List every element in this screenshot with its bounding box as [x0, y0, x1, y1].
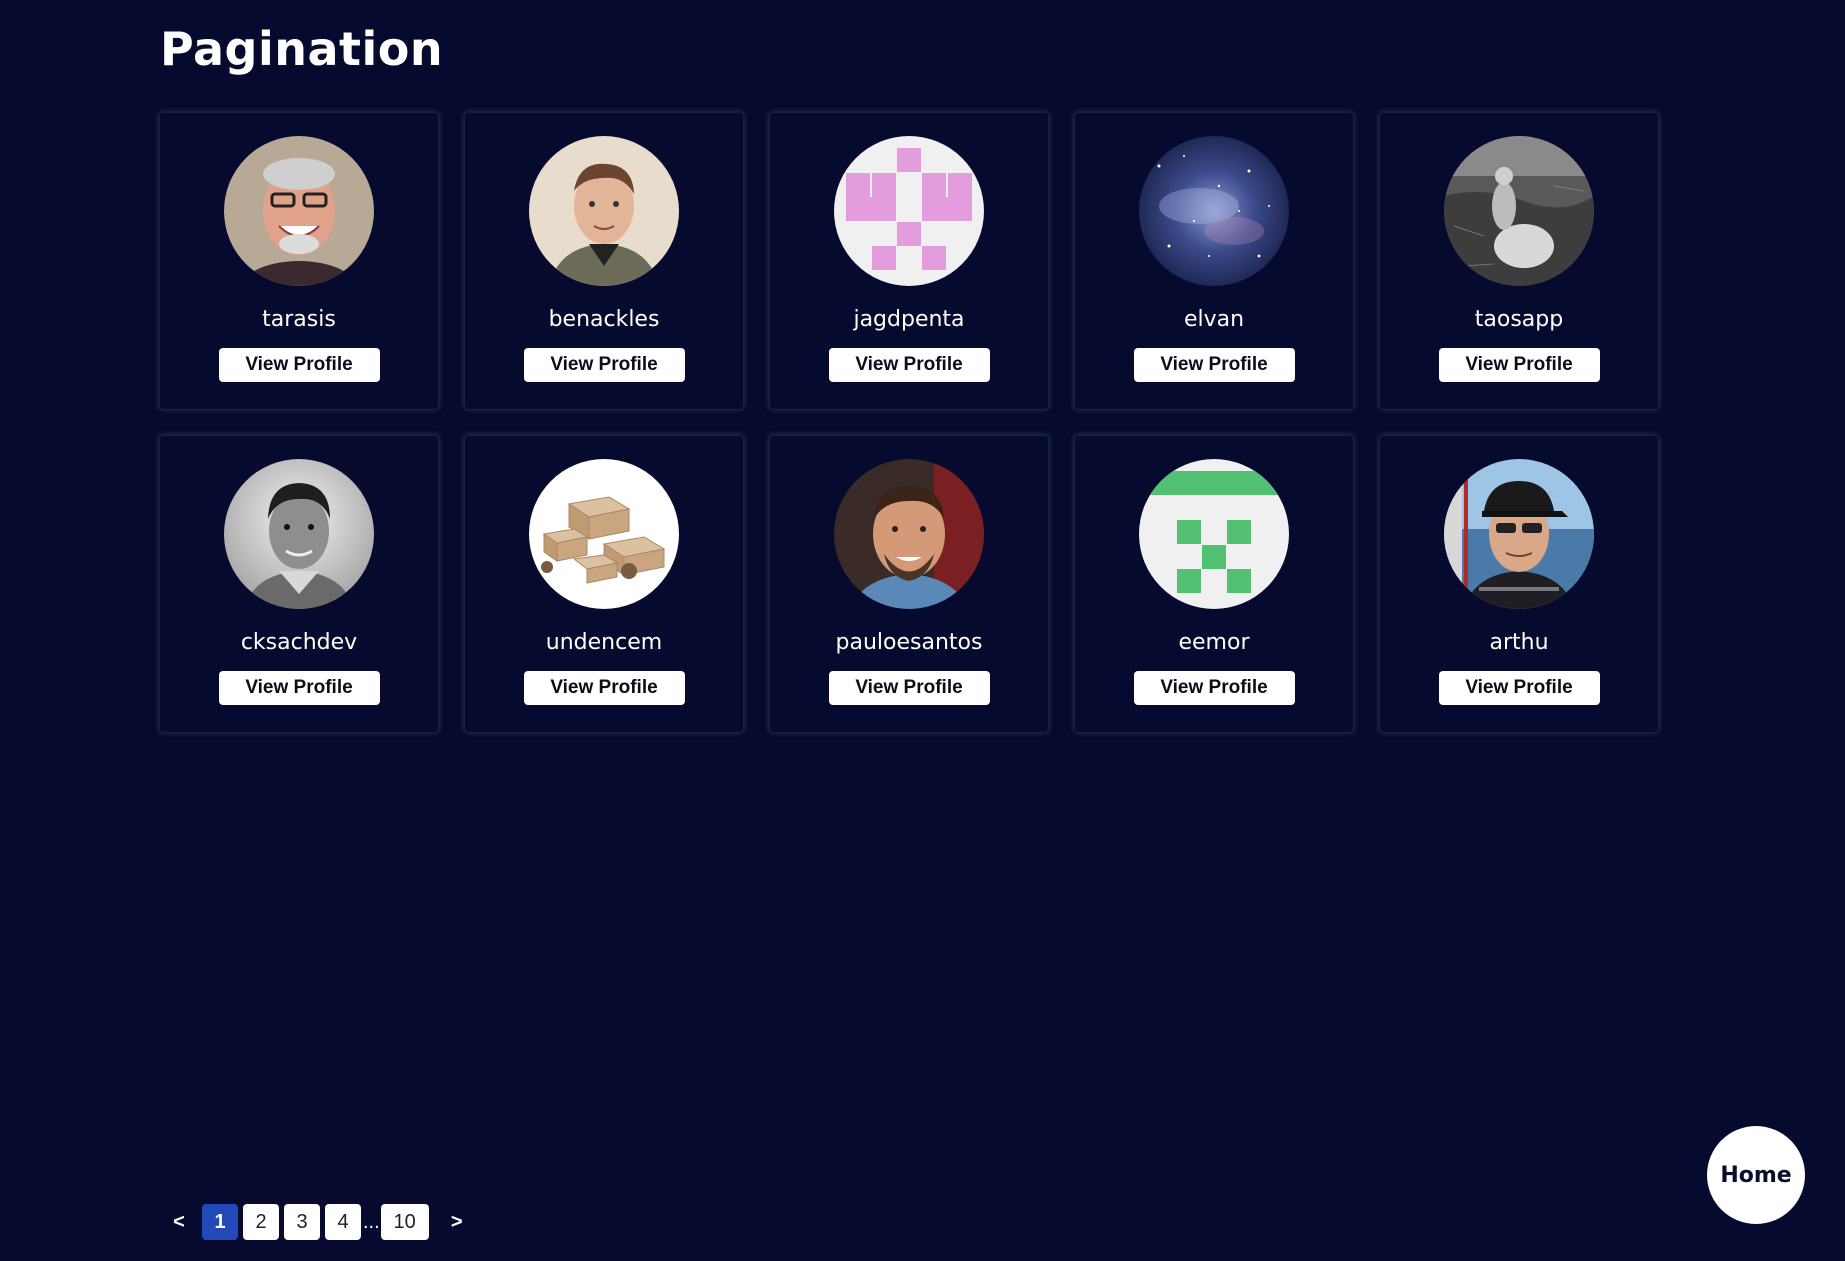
avatar: [1444, 136, 1594, 286]
user-card: undencem View Profile: [464, 435, 744, 733]
user-card: benackles View Profile: [464, 112, 744, 410]
view-profile-button[interactable]: View Profile: [523, 671, 685, 705]
username: taosapp: [1474, 307, 1564, 332]
view-profile-button[interactable]: View Profile: [828, 671, 990, 705]
avatar: [224, 459, 374, 609]
home-button[interactable]: Home: [1707, 1126, 1805, 1224]
username: cksachdev: [240, 630, 358, 655]
page-button-2[interactable]: 2: [243, 1204, 279, 1240]
avatar: [1139, 459, 1289, 609]
avatar: [529, 136, 679, 286]
avatar: [1139, 136, 1289, 286]
user-card: pauloesantos View Profile: [769, 435, 1049, 733]
previous-page-button[interactable]: <: [168, 1211, 190, 1234]
page-button-4[interactable]: 4: [325, 1204, 361, 1240]
username: undencem: [545, 630, 663, 655]
view-profile-button[interactable]: View Profile: [1438, 348, 1600, 382]
username: arthu: [1489, 630, 1549, 655]
view-profile-button[interactable]: View Profile: [1133, 348, 1295, 382]
page-button-1[interactable]: 1: [202, 1204, 238, 1240]
user-card: tarasis View Profile: [159, 112, 439, 410]
view-profile-button[interactable]: View Profile: [1438, 671, 1600, 705]
page-button-last[interactable]: 10: [380, 1204, 429, 1240]
view-profile-button[interactable]: View Profile: [523, 348, 685, 382]
username: jagdpenta: [853, 307, 965, 332]
username: eemor: [1178, 630, 1250, 655]
user-card: arthu View Profile: [1379, 435, 1659, 733]
avatar: [834, 136, 984, 286]
page-button-3[interactable]: 3: [284, 1204, 320, 1240]
view-profile-button[interactable]: View Profile: [1133, 671, 1295, 705]
username: pauloesantos: [835, 630, 983, 655]
username: tarasis: [262, 307, 336, 332]
avatar: [834, 459, 984, 609]
avatar: [529, 459, 679, 609]
next-page-button[interactable]: >: [446, 1211, 468, 1234]
user-card: elvan View Profile: [1074, 112, 1354, 410]
user-grid: tarasis View Profile benackles View Prof…: [159, 112, 1661, 733]
page-title: Pagination: [160, 22, 444, 76]
pagination-ellipsis: ...: [363, 1211, 380, 1233]
user-card: eemor View Profile: [1074, 435, 1354, 733]
username: benackles: [548, 307, 660, 332]
view-profile-button[interactable]: View Profile: [218, 348, 380, 382]
pagination: < 1 2 3 4 ... 10 >: [168, 1204, 468, 1240]
avatar: [1444, 459, 1594, 609]
user-card: taosapp View Profile: [1379, 112, 1659, 410]
user-card: cksachdev View Profile: [159, 435, 439, 733]
view-profile-button[interactable]: View Profile: [218, 671, 380, 705]
user-card: jagdpenta View Profile: [769, 112, 1049, 410]
view-profile-button[interactable]: View Profile: [828, 348, 990, 382]
username: elvan: [1183, 307, 1245, 332]
avatar: [224, 136, 374, 286]
